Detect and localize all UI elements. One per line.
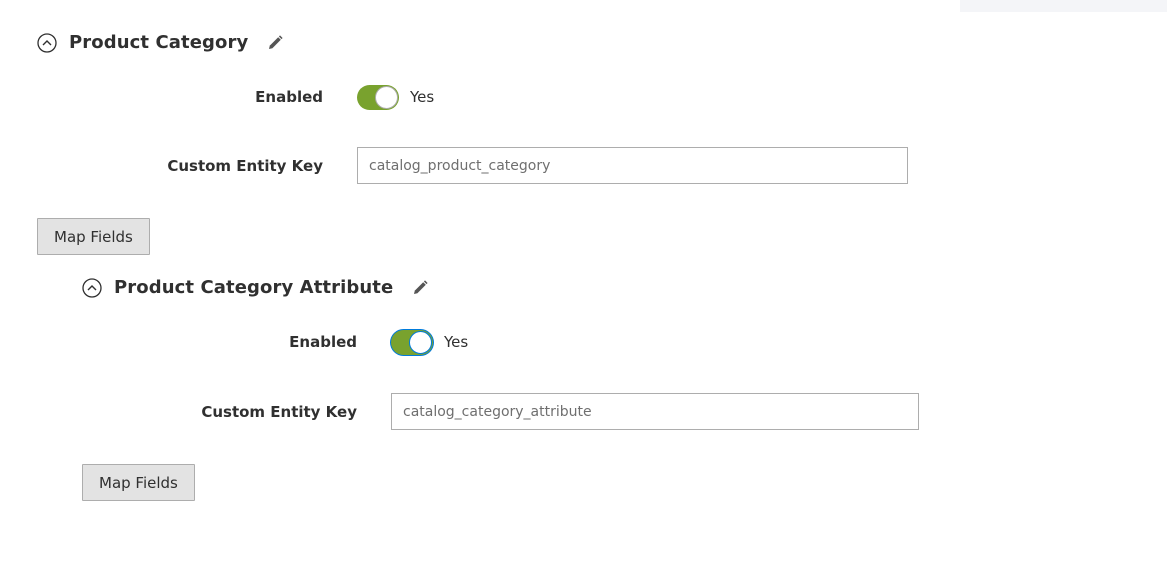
- chevron-up-circle-icon[interactable]: [37, 32, 57, 53]
- enabled-label: Enabled: [289, 333, 357, 351]
- custom-entity-key-input[interactable]: [391, 393, 919, 430]
- map-fields-button[interactable]: Map Fields: [37, 218, 150, 255]
- enabled-value: Yes: [410, 88, 435, 106]
- section-header-product-category-attribute: Product Category Attribute: [82, 277, 429, 298]
- section-title: Product Category Attribute: [114, 277, 394, 298]
- enabled-toggle[interactable]: [357, 85, 399, 110]
- enabled-toggle[interactable]: [391, 330, 433, 355]
- custom-entity-key-label: Custom Entity Key: [167, 157, 323, 175]
- custom-entity-key-label: Custom Entity Key: [201, 403, 357, 421]
- map-fields-button[interactable]: Map Fields: [82, 464, 195, 501]
- enabled-value: Yes: [444, 333, 469, 351]
- custom-entity-key-input[interactable]: [357, 147, 908, 184]
- section-header-product-category: Product Category: [37, 32, 284, 53]
- section-title: Product Category: [69, 32, 249, 53]
- enabled-label: Enabled: [255, 88, 323, 106]
- pencil-icon[interactable]: [266, 34, 284, 52]
- toggle-knob: [409, 331, 432, 354]
- top-right-panel-strip: [960, 0, 1167, 12]
- chevron-up-circle-icon[interactable]: [82, 277, 102, 298]
- toggle-knob: [375, 86, 398, 109]
- pencil-icon[interactable]: [411, 279, 429, 297]
